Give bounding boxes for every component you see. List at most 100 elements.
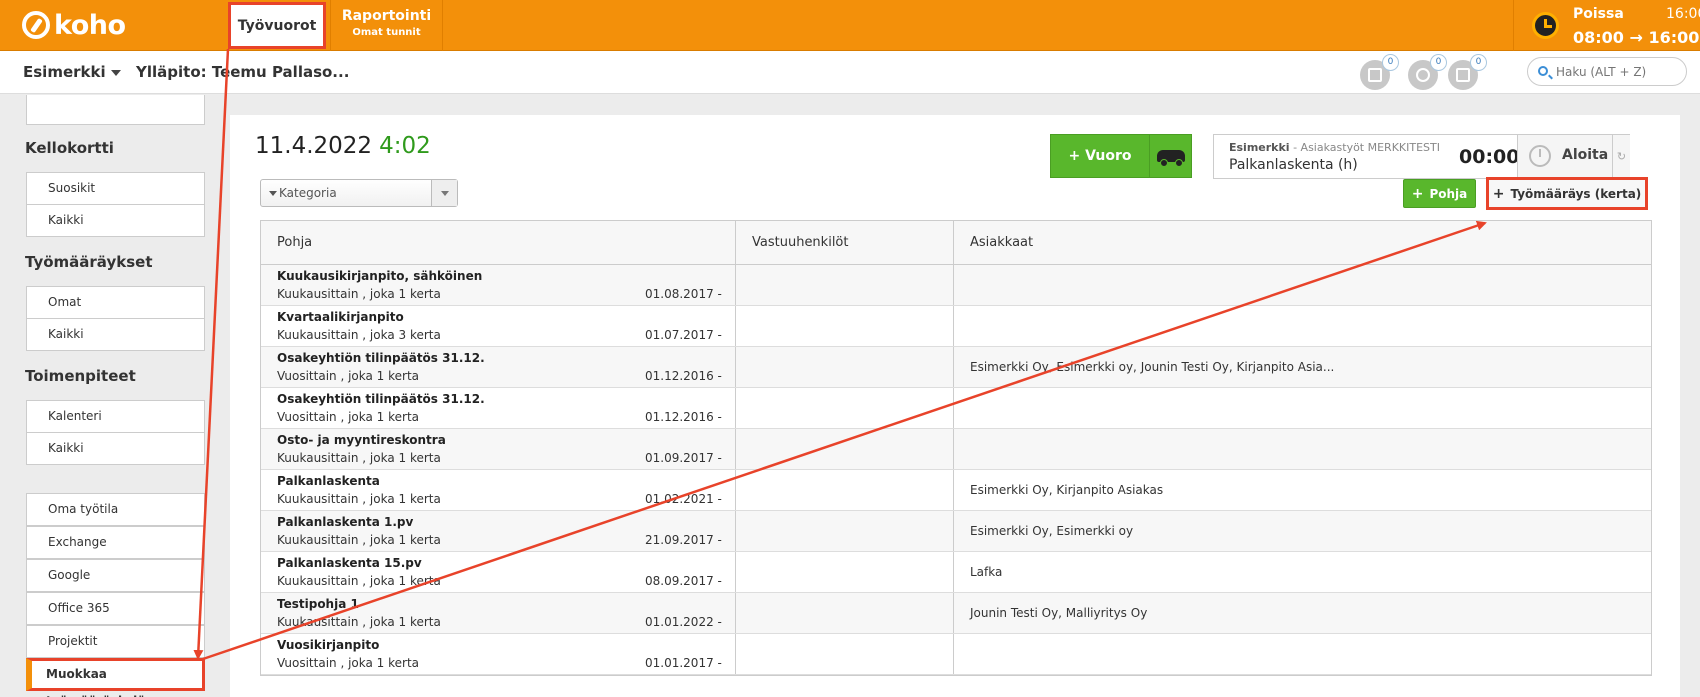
template-start-date: 01.12.2016 -: [645, 369, 722, 383]
plus-icon: +: [1411, 185, 1424, 202]
table-row[interactable]: Palkanlaskenta Kuukausittain , joka 1 ker…: [261, 470, 1651, 511]
template-name[interactable]: Testipohja 1: [277, 597, 359, 611]
chevron-down-icon[interactable]: [431, 180, 457, 206]
cell-pohja: Testipohja 1 Kuukausittain , joka 1 kerta…: [261, 593, 736, 633]
template-start-date: 08.09.2017 -: [645, 574, 722, 588]
table-body: Kuukausikirjanpito, sähköinen Kuukausitta…: [261, 265, 1651, 675]
table-row[interactable]: Kuukausikirjanpito, sähköinen Kuukausitta…: [261, 265, 1651, 306]
add-work-order-once-button[interactable]: + Työmääräys (kerta): [1486, 177, 1648, 210]
template-start-date: 21.09.2017 -: [645, 533, 722, 547]
template-name[interactable]: Palkanlaskenta 1.pv: [277, 515, 413, 529]
sidebar-item-google[interactable]: Google: [26, 559, 205, 592]
template-name[interactable]: Vuosikirjanpito: [277, 638, 379, 652]
template-frequency: Kuukausittain , joka 3 kerta: [277, 328, 441, 342]
refresh-icon[interactable]: ↻: [1612, 135, 1630, 178]
cell-pohja: Palkanlaskenta 15.pv Kuukausittain , joka…: [261, 552, 736, 592]
template-name[interactable]: Palkanlaskenta: [277, 474, 380, 488]
sidebar-item-projektit[interactable]: Projektit: [26, 625, 205, 658]
plus-icon: +: [1492, 185, 1505, 202]
travel-button[interactable]: [1149, 134, 1192, 178]
template-name[interactable]: Osakeyhtiön tilinpäätös 31.12.: [277, 392, 485, 406]
template-name[interactable]: Kvartaalikirjanpito: [277, 310, 404, 324]
timer-start-button[interactable]: Aloita: [1517, 135, 1612, 178]
template-name[interactable]: Kuukausikirjanpito, sähköinen: [277, 269, 482, 283]
notification-people[interactable]: 0: [1408, 54, 1447, 90]
tab-tyovuorot[interactable]: Työvuorot: [228, 2, 326, 49]
sidebar-item-kellokortti-kaikki[interactable]: Kaikki: [26, 204, 205, 237]
koho-logo[interactable]: koho: [22, 10, 126, 41]
sidebar-item-office-365[interactable]: Office 365: [26, 592, 205, 625]
sidebar-item-omat[interactable]: Omat: [26, 286, 205, 319]
sidebar-item-muokkaa-tyomaarayksia[interactable]: Muokkaa työmääräyksiä: [26, 658, 205, 697]
template-name[interactable]: Palkanlaskenta 15.pv: [277, 556, 422, 570]
sidebar-item-suosikit[interactable]: Suosikit: [26, 172, 205, 205]
status-time: 16:00: [1666, 6, 1700, 22]
cell-asiakkaat: [954, 634, 1651, 674]
cell-pohja: Osakeyhtiön tilinpäätös 31.12. Vuosittain…: [261, 388, 736, 428]
top-bar: koho Työvuorot Raportointi Omat tunnit P…: [0, 0, 1700, 51]
cell-pohja: Kvartaalikirjanpito Kuukausittain , joka …: [261, 306, 736, 346]
sidebar-item-tyomaaraykset-kaikki[interactable]: Kaikki: [26, 318, 205, 351]
cell-pohja: Vuosikirjanpito Vuosittain , joka 1 kerta…: [261, 634, 736, 674]
notification-count: 0: [1430, 54, 1447, 71]
notification-tickets[interactable]: 0: [1360, 54, 1399, 90]
column-header-vastuuhenkilot[interactable]: Vastuuhenkilöt: [736, 221, 954, 264]
table-row[interactable]: Kvartaalikirjanpito Kuukausittain , joka …: [261, 306, 1651, 347]
notification-list[interactable]: 0: [1448, 54, 1487, 90]
tab-raportointi[interactable]: Raportointi Omat tunnit: [330, 0, 443, 51]
tab-raportointi-sublabel: Omat tunnit: [352, 27, 421, 38]
sidebar-item-exchange[interactable]: Exchange: [26, 526, 205, 559]
cell-vastuuhenkilot: [736, 593, 954, 633]
sidebar-item-kalenteri[interactable]: Kalenteri: [26, 400, 205, 433]
category-select[interactable]: Kategoria: [260, 179, 458, 207]
table-row[interactable]: Osakeyhtiön tilinpäätös 31.12. Vuosittain…: [261, 388, 1651, 429]
cell-vastuuhenkilot: [736, 347, 954, 387]
company-selector[interactable]: Esimerkki: [23, 63, 121, 81]
sidebar-item-partial[interactable]: [26, 95, 205, 125]
timer-elapsed: 00:00: [1459, 146, 1520, 168]
attendance-status[interactable]: Poissa 16:00 08:00 → 16:00: [1513, 0, 1700, 51]
table-row[interactable]: Osakeyhtiön tilinpäätös 31.12. Vuosittain…: [261, 347, 1651, 388]
cell-pohja: Osakeyhtiön tilinpäätös 31.12. Vuosittain…: [261, 347, 736, 387]
date-text: 11.4.2022: [255, 133, 373, 159]
table-row[interactable]: Vuosikirjanpito Vuosittain , joka 1 kerta…: [261, 634, 1651, 675]
add-work-order-label: Työmääräys (kerta): [1510, 186, 1642, 201]
current-date: 11.4.2022 4:02: [255, 133, 431, 159]
category-select-label: Kategoria: [279, 186, 337, 200]
table-row[interactable]: Testipohja 1 Kuukausittain , joka 1 kerta…: [261, 593, 1651, 634]
sidebar-item-oma-tyotila[interactable]: Oma työtila: [26, 493, 205, 526]
column-header-asiakkaat[interactable]: Asiakkaat: [954, 221, 1651, 264]
cell-asiakkaat: [954, 306, 1651, 346]
templates-table: Pohja Vastuuhenkilöt Asiakkaat Kuukausik…: [260, 220, 1652, 676]
template-frequency: Kuukausittain , joka 1 kerta: [277, 287, 441, 301]
table-row[interactable]: Palkanlaskenta 15.pv Kuukausittain , joka…: [261, 552, 1651, 593]
add-template-button[interactable]: + Pohja: [1403, 179, 1476, 208]
stopwatch-icon: [1529, 145, 1551, 167]
template-name[interactable]: Osakeyhtiön tilinpäätös 31.12.: [277, 351, 485, 365]
column-header-pohja[interactable]: Pohja: [261, 221, 736, 264]
search-input[interactable]: [1556, 58, 1681, 85]
template-frequency: Kuukausittain , joka 1 kerta: [277, 615, 441, 629]
template-frequency: Kuukausittain , joka 1 kerta: [277, 451, 441, 465]
search-box[interactable]: [1527, 57, 1687, 86]
template-start-date: 01.02.2021 -: [645, 492, 722, 506]
ticket-icon: [1368, 68, 1382, 82]
cell-pohja: Kuukausikirjanpito, sähköinen Kuukausitta…: [261, 265, 736, 305]
cell-vastuuhenkilot: [736, 511, 954, 551]
timer-context[interactable]: Esimerkki - Asiakastyöt MERKKITESTI: [1229, 141, 1440, 154]
timer-task[interactable]: Palkanlaskenta (h): [1229, 157, 1358, 173]
sidebar-item-toimenpiteet-kaikki[interactable]: Kaikki: [26, 432, 205, 465]
table-row[interactable]: Osto- ja myyntireskontra Kuukausittain , …: [261, 429, 1651, 470]
add-shift-button[interactable]: + Vuoro: [1050, 134, 1150, 178]
company-name: Esimerkki: [23, 63, 106, 81]
table-row[interactable]: Palkanlaskenta 1.pv Kuukausittain , joka …: [261, 511, 1651, 552]
template-frequency: Kuukausittain , joka 1 kerta: [277, 533, 441, 547]
notification-count: 0: [1382, 54, 1399, 71]
template-start-date: 01.07.2017 -: [645, 328, 722, 342]
status-label: Poissa: [1573, 6, 1624, 22]
template-name[interactable]: Osto- ja myyntireskontra: [277, 433, 446, 447]
admin-label: Ylläpito: Teemu Pallaso...: [136, 63, 350, 81]
status-range: 08:00 → 16:00: [1573, 28, 1700, 47]
cell-vastuuhenkilot: [736, 306, 954, 346]
koho-logo-icon: [22, 11, 50, 39]
